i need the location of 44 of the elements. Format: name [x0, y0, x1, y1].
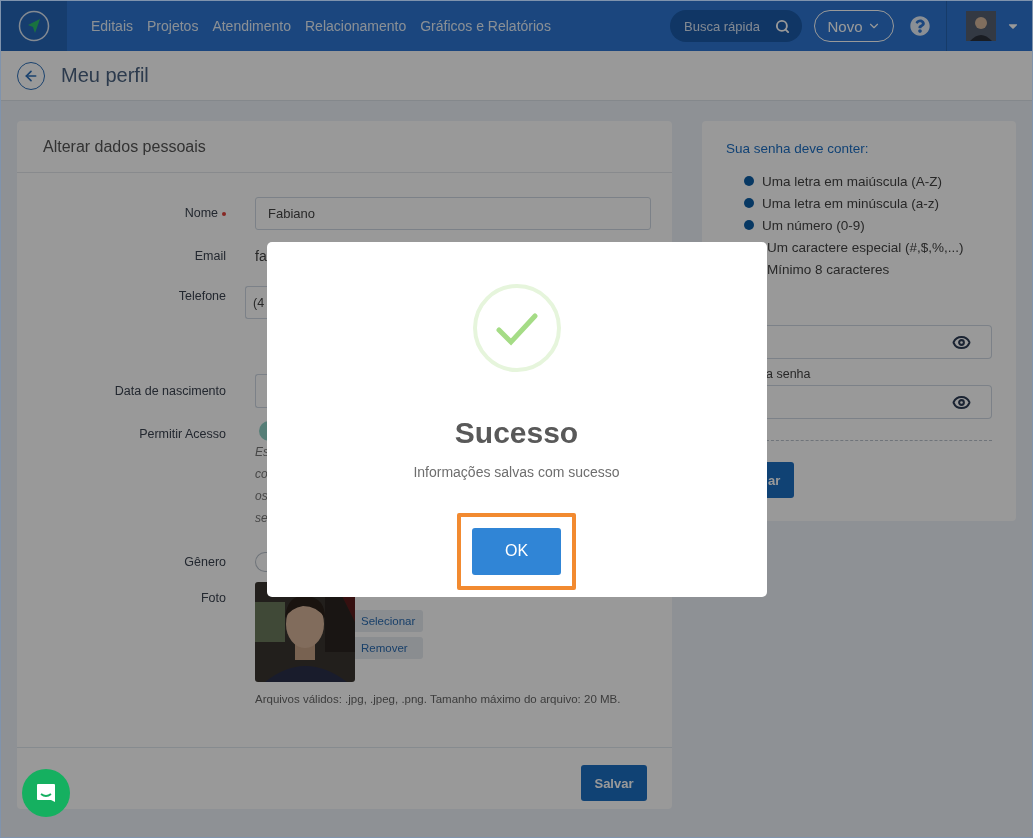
- rule-text: Mínimo 8 caracteres: [767, 261, 890, 277]
- nav-link[interactable]: Gráficos e Relatórios: [420, 18, 551, 34]
- field-label: Permitir Acesso: [139, 426, 226, 443]
- dialog-title: Sucesso: [454, 415, 579, 450]
- password-field[interactable]: [766, 385, 992, 419]
- back-button[interactable]: [17, 61, 45, 90]
- logo-icon[interactable]: [18, 10, 50, 42]
- rule-text: Um caractere especial (#,$,%,...): [767, 239, 964, 255]
- save-button[interactable]: ar: [766, 462, 794, 498]
- name-field[interactable]: Fabiano: [255, 197, 651, 230]
- note-text: os: [255, 488, 268, 505]
- field-label: Foto: [201, 590, 226, 607]
- photo-button[interactable]: Remover: [355, 637, 423, 659]
- rule-text: Um número (0-9): [762, 217, 865, 233]
- nav-link[interactable]: Atendimento: [212, 18, 291, 34]
- rule-text: Uma letra em minúscula (a-z): [762, 195, 940, 211]
- card-title: Sua senha deve conter:: [726, 141, 870, 156]
- chat-icon: [34, 781, 58, 805]
- photo-button[interactable]: Selecionar: [355, 610, 423, 632]
- save-button[interactable]: Salvar: [581, 765, 647, 801]
- dialog-message: Informações salvas com sucesso: [413, 463, 620, 480]
- nav-link[interactable]: Relacionamento: [305, 18, 407, 34]
- page-title: Meu perfil: [61, 64, 149, 87]
- check-icon: [472, 283, 561, 372]
- field-label: Telefone: [178, 288, 226, 305]
- rule-text: Uma letra em maiúscula (A-Z): [762, 173, 943, 189]
- nav-link[interactable]: Projetos: [147, 18, 199, 34]
- nav-link[interactable]: Editais: [91, 18, 134, 34]
- ok-button[interactable]: OK: [472, 527, 561, 575]
- password-field[interactable]: [766, 325, 992, 359]
- field-label: Data de nascimento: [114, 383, 226, 400]
- avatar[interactable]: [966, 11, 996, 41]
- field-label: Nome: [184, 197, 226, 230]
- card-title: Alterar dados pessoais: [17, 121, 672, 173]
- field-label: a senha: [766, 367, 812, 381]
- search-field[interactable]: Busca rápida: [670, 10, 802, 42]
- help-icon[interactable]: [910, 16, 930, 36]
- field-label: Email: [194, 248, 226, 265]
- search-icon: [775, 18, 790, 34]
- note-text: se: [255, 510, 268, 527]
- email-value: fa: [255, 247, 268, 266]
- field-label: Gênero: [184, 554, 226, 571]
- note-text: co: [255, 466, 268, 483]
- file-hint: Arquivos válidos: .jpg, .jpeg, .png. Tamanho máximo do arquivo: 20 MB.: [255, 693, 622, 705]
